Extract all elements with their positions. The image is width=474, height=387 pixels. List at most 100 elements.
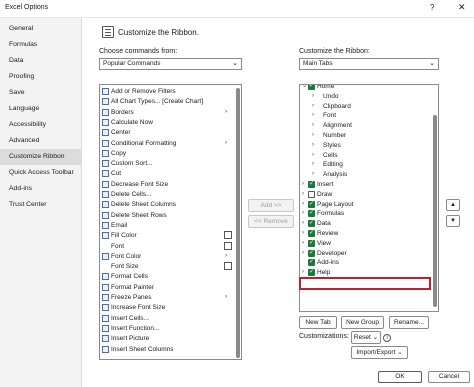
tab-checkbox[interactable]: ✓ (308, 249, 315, 257)
commands-scrollbar[interactable] (236, 88, 240, 358)
nav-item-quick-access-toolbar[interactable]: Quick Access Toolbar (0, 165, 81, 181)
command-item[interactable]: Custom Sort... (100, 159, 234, 168)
nav-item-formulas[interactable]: Formulas (0, 37, 81, 53)
chevron-right-icon[interactable]: › (302, 200, 304, 209)
chevron-right-icon[interactable]: › (302, 219, 304, 228)
nav-item-general[interactable]: General (0, 21, 81, 37)
chevron-right-icon[interactable]: › (312, 141, 314, 150)
tree-scrollbar[interactable] (433, 115, 437, 307)
ribbon-tree-item[interactable]: › ✓ Data (300, 219, 430, 228)
ribbon-tree-item[interactable]: › ✓ Help (300, 268, 430, 277)
chevron-right-icon[interactable]: › (302, 209, 304, 218)
command-item[interactable]: Freeze Panes › (100, 293, 234, 302)
ribbon-tree-item[interactable]: › ✓ Formulas (300, 209, 430, 218)
nav-item-trust-center[interactable]: Trust Center (0, 197, 81, 213)
command-item[interactable]: All Chart Types... [Create Chart] (100, 97, 234, 106)
ribbon-tree-item[interactable]: › Font (300, 111, 430, 120)
ribbon-tree-item[interactable]: › ✓ Page Layout (300, 200, 430, 209)
rename-button[interactable]: Rename... (389, 316, 429, 329)
chevron-right-icon[interactable]: › (302, 239, 304, 248)
chevron-right-icon[interactable]: › (312, 160, 314, 169)
command-item[interactable]: Calculate Now (100, 118, 234, 127)
tab-checkbox[interactable]: ✓ (308, 259, 315, 267)
command-item[interactable]: Fill Color (100, 231, 234, 240)
command-item[interactable]: Insert Function... (100, 324, 234, 333)
nav-item-customize-ribbon[interactable]: Customize Ribbon (0, 149, 81, 165)
command-item[interactable]: Font Size (100, 262, 234, 271)
command-item[interactable]: Font (100, 241, 234, 251)
cancel-button[interactable]: Cancel (428, 371, 470, 383)
help-button[interactable]: ? (430, 3, 434, 12)
tab-checkbox[interactable]: ✓ (308, 220, 315, 228)
nav-item-add-ins[interactable]: Add-ins (0, 181, 81, 197)
tab-checkbox[interactable]: ✓ (308, 85, 315, 90)
commands-list[interactable]: Add or Remove Filters All Chart Types... … (99, 84, 242, 360)
chevron-right-icon[interactable]: › (312, 92, 314, 101)
command-item[interactable]: Borders › (100, 108, 234, 117)
command-item[interactable]: Insert Picture (100, 334, 234, 343)
command-item[interactable]: Format Painter (100, 283, 234, 292)
nav-item-accessibility[interactable]: Accessibility (0, 117, 81, 133)
customize-ribbon-combo[interactable]: Main Tabs ⌄ (299, 58, 439, 70)
command-item[interactable]: Delete Sheet Rows (100, 211, 234, 220)
ribbon-tree-item[interactable]: › Alignment (300, 121, 430, 130)
chevron-right-icon[interactable]: › (312, 111, 314, 120)
ribbon-tree-item[interactable]: › Styles (300, 141, 430, 150)
new-group-button[interactable]: New Group (341, 316, 384, 329)
tab-checkbox[interactable]: ✓ (308, 200, 315, 208)
remove-button[interactable]: << Remove (248, 215, 294, 228)
ribbon-tree-item[interactable]: › Number (300, 131, 430, 140)
import-export-button[interactable]: Import/Export ⌄ (351, 346, 408, 359)
ribbon-tree-item[interactable]: › ✓ Review (300, 229, 430, 238)
chevron-right-icon[interactable]: › (312, 102, 314, 111)
command-item[interactable]: Conditional Formatting › (100, 139, 234, 148)
command-item[interactable]: Format Cells (100, 272, 234, 281)
command-item[interactable]: Delete Cells... (100, 190, 234, 199)
move-down-button[interactable]: ▼ (446, 215, 460, 227)
ribbon-tree-item[interactable]: › ✓ Developer (300, 249, 430, 258)
command-item[interactable]: Delete Sheet Columns (100, 200, 234, 209)
command-item[interactable]: Copy (100, 149, 234, 158)
ribbon-tree-item[interactable]: › Analysis (300, 170, 430, 179)
tab-checkbox[interactable] (308, 190, 315, 198)
tab-checkbox[interactable]: ✓ (308, 269, 315, 277)
ribbon-tree-item[interactable]: › Editing (300, 160, 430, 169)
ribbon-tree-item[interactable]: › Draw (300, 190, 430, 199)
command-item[interactable]: Email (100, 221, 234, 230)
tab-checkbox[interactable]: ✓ (308, 181, 315, 188)
chevron-right-icon[interactable]: › (302, 229, 304, 238)
ribbon-tree-item[interactable]: › Clipboard (300, 102, 430, 111)
nav-item-advanced[interactable]: Advanced (0, 133, 81, 149)
command-item[interactable]: Increase Font Size (100, 303, 234, 312)
chevron-right-icon[interactable]: › (302, 249, 304, 258)
chevron-right-icon[interactable]: › (312, 170, 314, 179)
reset-button[interactable]: Reset ⌄ (351, 331, 381, 344)
command-item[interactable]: Font Color › (100, 252, 234, 261)
chevron-right-icon[interactable]: › (302, 180, 304, 189)
command-item[interactable]: Insert Sheet Columns (100, 345, 234, 354)
nav-item-save[interactable]: Save (0, 85, 81, 101)
ribbon-tree-item[interactable]: › Undo (300, 92, 430, 101)
chevron-down-icon[interactable]: ⌄ (302, 85, 307, 91)
nav-item-language[interactable]: Language (0, 101, 81, 117)
add-button[interactable]: Add >> (248, 199, 294, 212)
ribbon-tree-item[interactable]: › ✓ Insert (300, 180, 430, 189)
chevron-right-icon[interactable]: › (302, 190, 304, 199)
command-item[interactable]: Add or Remove Filters (100, 87, 234, 96)
ribbon-tree-item[interactable]: › ✓ View (300, 239, 430, 248)
chevron-right-icon[interactable]: › (312, 151, 314, 160)
command-item[interactable]: Insert Cells... (100, 314, 234, 323)
tab-checkbox[interactable]: ✓ (308, 210, 315, 218)
ribbon-tree-item[interactable]: ⌄ ✓ Home (300, 85, 430, 91)
choose-commands-combo[interactable]: Popular Commands ⌄ (99, 58, 242, 70)
chevron-right-icon[interactable]: › (302, 268, 304, 277)
command-item[interactable]: Center (100, 128, 234, 137)
tab-checkbox[interactable]: ✓ (308, 239, 315, 247)
ribbon-tree-item[interactable]: › Cells (300, 151, 430, 160)
tab-checkbox[interactable]: ✓ (308, 230, 315, 237)
close-button[interactable]: ✕ (458, 2, 466, 13)
command-item[interactable]: Cut (100, 169, 234, 178)
chevron-right-icon[interactable]: › (312, 121, 314, 130)
move-up-button[interactable]: ▲ (446, 199, 460, 211)
nav-item-data[interactable]: Data (0, 53, 81, 69)
